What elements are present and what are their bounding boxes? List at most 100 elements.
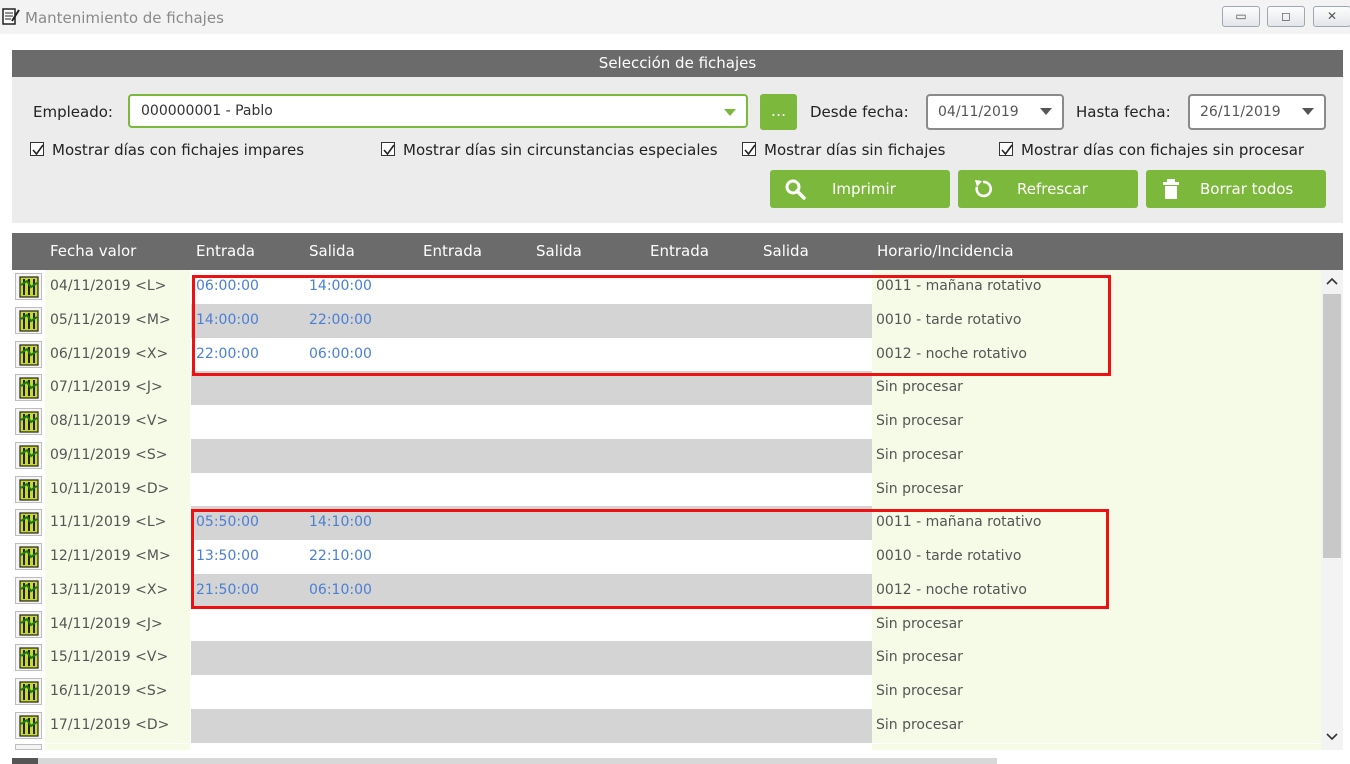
fecha-cell: 12/11/2019 <M> bbox=[50, 548, 171, 564]
horizontal-scrollbar[interactable] bbox=[12, 758, 997, 764]
restore-button[interactable]: ◻ bbox=[1267, 6, 1305, 27]
horario-cell: Sin procesar bbox=[876, 413, 963, 429]
fecha-cell: 15/11/2019 <V> bbox=[50, 649, 169, 666]
row-edit-icon[interactable] bbox=[15, 374, 42, 402]
fecha-cell: 07/11/2019 <J> bbox=[50, 379, 163, 396]
checkbox-box[interactable] bbox=[30, 142, 44, 156]
chevron-down-icon bbox=[724, 109, 736, 116]
chevron-down-icon bbox=[1302, 108, 1314, 115]
column-header[interactable]: Entrada bbox=[650, 242, 709, 260]
fecha-cell: 06/11/2019 <X> bbox=[50, 345, 169, 362]
table-row[interactable]: 14/11/2019 <J> Sin procesar bbox=[12, 607, 1321, 642]
fichajes-cells bbox=[191, 675, 872, 709]
refrescar-button[interactable]: Refrescar bbox=[958, 170, 1138, 208]
refresh-icon bbox=[972, 178, 994, 200]
fichajes-cells bbox=[191, 641, 872, 676]
window-title: Mantenimiento de fichajes bbox=[25, 9, 224, 27]
row-edit-icon[interactable] bbox=[15, 475, 42, 503]
chevron-down-icon bbox=[1040, 108, 1052, 115]
table-row[interactable]: 09/11/2019 <S> Sin procesar bbox=[12, 438, 1321, 473]
row-edit-icon[interactable] bbox=[15, 509, 42, 537]
row-edit-icon[interactable] bbox=[15, 441, 42, 469]
chevron-up-icon[interactable] bbox=[1326, 276, 1338, 286]
hasta-date-picker[interactable]: 26/11/2019 bbox=[1188, 94, 1326, 130]
fecha-cell: 17/11/2019 <D> bbox=[50, 716, 170, 733]
column-header[interactable]: Salida bbox=[309, 242, 355, 260]
fichajes-cells bbox=[191, 708, 872, 743]
horario-cell: Sin procesar bbox=[876, 683, 963, 699]
app-notepad-icon bbox=[2, 6, 20, 26]
desde-value: 04/11/2019 bbox=[938, 104, 1019, 120]
column-header[interactable]: Entrada bbox=[423, 242, 482, 260]
row-edit-icon[interactable] bbox=[15, 543, 42, 570]
empleado-value: 000000001 - Pablo bbox=[141, 103, 273, 119]
row-edit-icon[interactable] bbox=[15, 678, 42, 705]
column-header[interactable]: Entrada bbox=[196, 242, 255, 260]
empleado-select[interactable]: 000000001 - Pablo bbox=[128, 94, 748, 128]
horario-cell: Sin procesar bbox=[876, 446, 963, 463]
checkbox-box[interactable] bbox=[381, 142, 395, 156]
table-row[interactable]: 15/11/2019 <V> Sin procesar bbox=[12, 641, 1321, 676]
table-row[interactable]: 08/11/2019 <V> Sin procesar bbox=[12, 405, 1321, 439]
chevron-down-icon[interactable] bbox=[1326, 732, 1338, 742]
fecha-cell: 04/11/2019 <L> bbox=[50, 278, 167, 294]
hasta-label: Hasta fecha: bbox=[1076, 103, 1171, 121]
row-edit-icon[interactable] bbox=[15, 408, 42, 435]
borrar-todos-button[interactable]: Borrar todos bbox=[1146, 170, 1326, 208]
row-edit-icon[interactable] bbox=[15, 610, 42, 638]
panel-header: Selección de fichajes bbox=[12, 50, 1343, 77]
fecha-cell: 16/11/2019 <S> bbox=[50, 683, 168, 699]
column-header[interactable]: Salida bbox=[536, 242, 582, 260]
checkbox-box[interactable] bbox=[742, 142, 756, 156]
table-row[interactable]: 10/11/2019 <D> Sin procesar bbox=[12, 472, 1321, 507]
row-edit-icon[interactable] bbox=[15, 306, 42, 334]
fecha-cell: 11/11/2019 <L> bbox=[50, 514, 167, 531]
trash-icon bbox=[1160, 178, 1182, 200]
search-icon bbox=[784, 178, 806, 200]
row-edit-icon[interactable] bbox=[15, 273, 42, 300]
column-header[interactable]: Horario/Incidencia bbox=[877, 242, 1014, 260]
fecha-cell: 14/11/2019 <J> bbox=[50, 615, 163, 632]
fichajes-cells bbox=[191, 607, 872, 642]
grid-header: Fecha valor Entrada Salida Entrada Salid… bbox=[12, 233, 1343, 270]
horario-cell: Sin procesar bbox=[876, 480, 963, 497]
selection-panel: Selección de fichajes Empleado: 00000000… bbox=[12, 50, 1343, 223]
checkbox-box[interactable] bbox=[999, 142, 1013, 156]
vertical-scrollbar[interactable] bbox=[1321, 270, 1343, 750]
scrollbar-thumb[interactable] bbox=[12, 758, 38, 764]
highlight-box bbox=[192, 275, 1111, 376]
fichajes-cells bbox=[191, 438, 872, 473]
desde-date-picker[interactable]: 04/11/2019 bbox=[926, 94, 1064, 130]
fichajes-cells bbox=[191, 405, 872, 439]
partial-row bbox=[12, 744, 1321, 750]
empleado-browse-button[interactable]: ... bbox=[760, 94, 797, 130]
hasta-value: 26/11/2019 bbox=[1200, 104, 1281, 120]
imprimir-button[interactable]: Imprimir bbox=[770, 170, 950, 208]
column-header[interactable]: Fecha valor bbox=[50, 242, 136, 260]
horario-cell: Sin procesar bbox=[876, 615, 963, 632]
row-edit-icon[interactable] bbox=[15, 711, 42, 739]
fichajes-cells bbox=[191, 472, 872, 507]
table-row[interactable]: 16/11/2019 <S> Sin procesar bbox=[12, 675, 1321, 709]
table-row[interactable]: 17/11/2019 <D> Sin procesar bbox=[12, 708, 1321, 743]
row-edit-icon[interactable] bbox=[15, 576, 42, 604]
title-bar: Mantenimiento de fichajes ▭ ◻ ✕ bbox=[0, 0, 1350, 34]
column-header[interactable]: Salida bbox=[763, 242, 809, 260]
row-edit-icon[interactable] bbox=[15, 644, 42, 672]
fecha-cell: 05/11/2019 <M> bbox=[50, 311, 171, 328]
horario-cell: Sin procesar bbox=[876, 379, 963, 396]
minimize-button[interactable]: ▭ bbox=[1222, 6, 1260, 27]
horario-cell: Sin procesar bbox=[876, 716, 963, 733]
horario-cell: Sin procesar bbox=[876, 649, 963, 666]
desde-label: Desde fecha: bbox=[810, 103, 909, 121]
row-edit-icon[interactable] bbox=[15, 340, 42, 368]
scrollbar-thumb[interactable] bbox=[1323, 294, 1341, 558]
fecha-cell: 10/11/2019 <D> bbox=[50, 480, 170, 497]
table-row[interactable]: 07/11/2019 <J> Sin procesar bbox=[12, 371, 1321, 406]
fecha-cell: 09/11/2019 <S> bbox=[50, 446, 168, 463]
empleado-label: Empleado: bbox=[33, 103, 113, 121]
fecha-cell: 13/11/2019 <X> bbox=[50, 581, 169, 598]
fecha-cell: 08/11/2019 <V> bbox=[50, 413, 169, 429]
fichajes-cells bbox=[191, 371, 872, 406]
close-button[interactable]: ✕ bbox=[1313, 6, 1350, 27]
